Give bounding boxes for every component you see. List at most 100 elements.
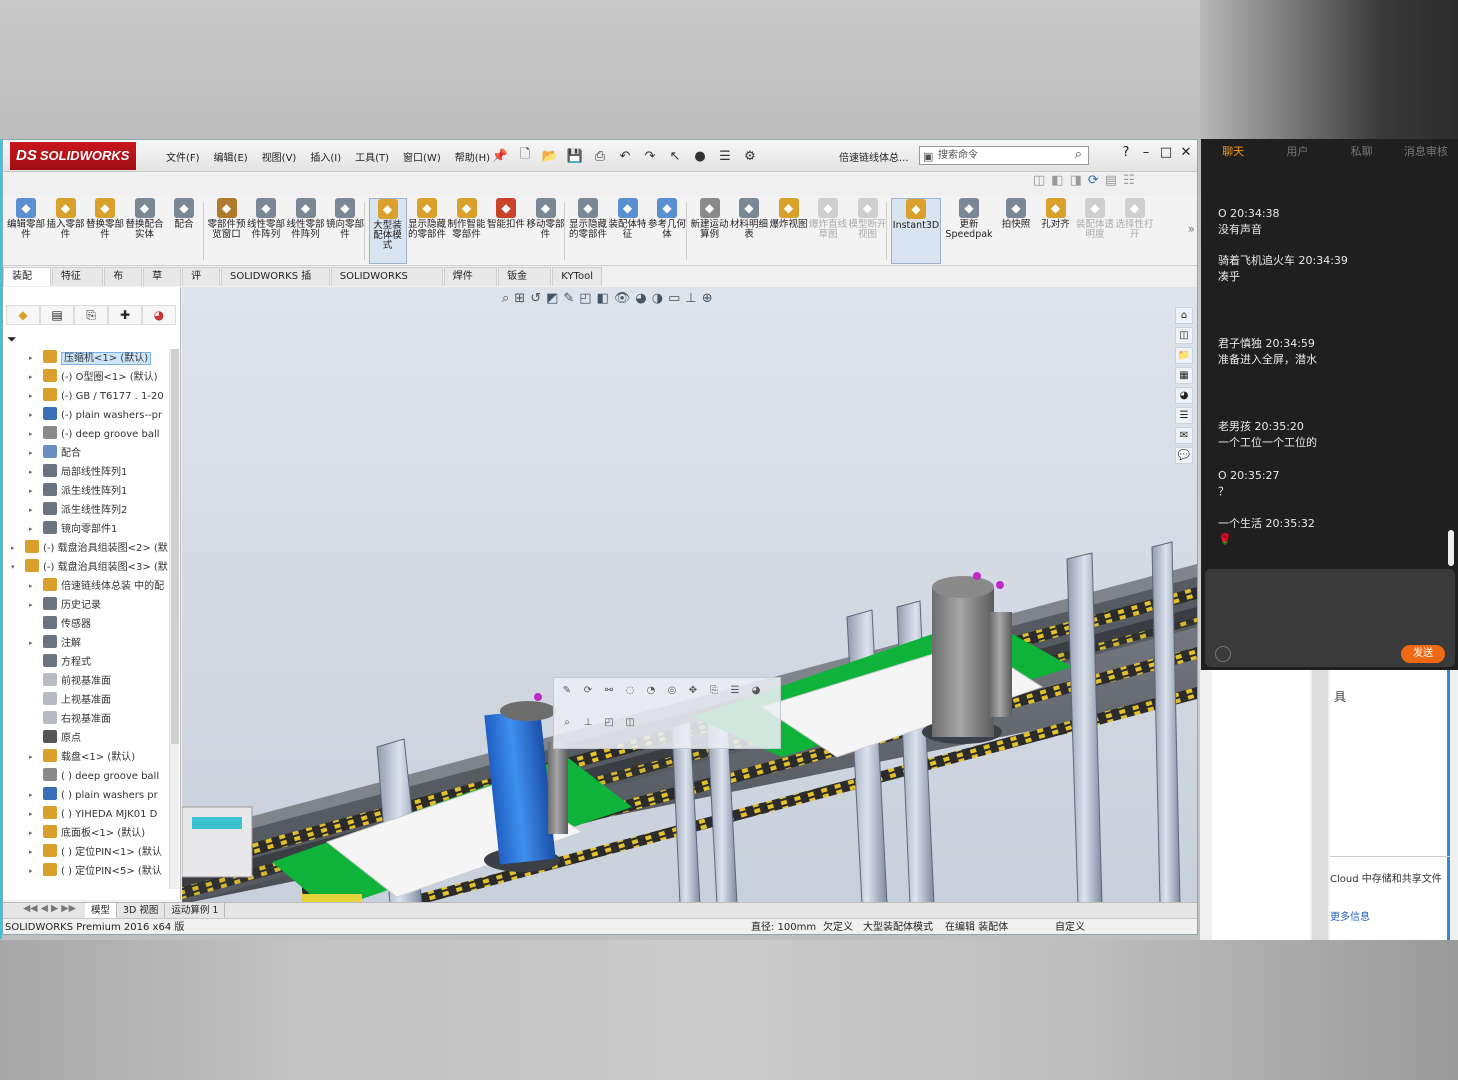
tree-node[interactable]: ▸ 底面板<1> (默认) (3, 824, 169, 843)
open-part-icon[interactable]: ⎘ (705, 682, 723, 698)
expand-icon[interactable]: ▸ (29, 577, 33, 596)
command-13-button[interactable]: ◆ 智能扣件 (487, 198, 525, 264)
command-10-button[interactable]: ◆ 大型装配体模式 (368, 198, 407, 264)
expand-icon[interactable]: ▸ (29, 482, 33, 501)
expand-icon[interactable]: ▸ (29, 824, 33, 843)
command-1-button[interactable]: ◆ 编辑零部件 (7, 198, 45, 264)
appearances-icon[interactable]: ◕ (1175, 387, 1193, 404)
tab-6[interactable]: SOLIDWORKS 插件 (220, 267, 330, 300)
normal-to-icon[interactable]: ⊥ (579, 715, 597, 731)
display-manager-icon[interactable]: ◕ (142, 305, 176, 325)
display-style-icon[interactable]: ◧ (597, 291, 609, 306)
command-16-button[interactable]: ◆ 装配体特征 (609, 198, 647, 264)
file-explorer-icon[interactable]: ▦ (1175, 367, 1193, 384)
layer-icon[interactable]: ▤ (1105, 173, 1117, 188)
tree-node[interactable]: ▾ (-) 载盘治具组装图<3> (默 (3, 558, 169, 577)
tree-node[interactable]: ▸ 倍速链线体总装 中的配 (3, 577, 169, 596)
tab-4[interactable]: 草图 (143, 267, 182, 300)
menu-item[interactable]: 工具(T) (348, 149, 396, 164)
tab-8[interactable]: 焊件(D) (443, 267, 498, 300)
tab-5[interactable]: 评估 (182, 267, 220, 300)
redo-icon[interactable]: ↷ (639, 146, 661, 166)
tree-node[interactable]: ▸ 压缩机<1> (默认) (3, 349, 169, 368)
dynamic-annotation-icon[interactable]: ✎ (563, 291, 574, 306)
settings-icon[interactable]: ☷ (1123, 173, 1135, 188)
command-15-button[interactable]: ◆ 显示隐藏的零部件 (569, 198, 607, 264)
send-button[interactable]: 发送 (1401, 645, 1445, 663)
zoom-in-icon[interactable]: ⊕ (702, 291, 713, 306)
coordinate-icon[interactable]: ⊥ (685, 291, 696, 306)
tree-node[interactable]: ▸ 局部线性阵列1 (3, 463, 169, 482)
tree-node[interactable]: 原点 (3, 729, 169, 748)
custom-properties-icon[interactable]: ☰ (1175, 407, 1193, 424)
tree-node[interactable]: 右视基准面 (3, 710, 169, 729)
command-28-button[interactable]: ◆ 选择性打开 (1116, 198, 1154, 264)
more-info-link[interactable]: 更多信息 (1330, 908, 1370, 923)
tree-node[interactable]: 上视基准面 (3, 691, 169, 710)
chat-tab-4[interactable]: 消息审核 (1394, 139, 1458, 165)
zoom-area-icon[interactable]: ⊞ (514, 291, 525, 306)
options-gear-icon[interactable]: ⚙ (739, 146, 761, 166)
command-24-button[interactable]: ◆ 更新Speedpak (944, 198, 994, 264)
home-icon[interactable]: ⌂ (1175, 307, 1193, 324)
tab-9[interactable]: 钣金(H) (498, 267, 552, 300)
close-button[interactable]: ✕ (1179, 145, 1193, 160)
tree-node[interactable]: ▸ ( ) 定位PIN<5> (默认 (3, 862, 169, 881)
scrollbar-thumb[interactable] (171, 349, 179, 744)
command-2-button[interactable]: ◆ 插入零部件 (47, 198, 85, 264)
expand-icon[interactable]: ▸ (29, 463, 33, 482)
tab-1[interactable]: 装配体 (3, 267, 51, 300)
save-icon[interactable]: 💾 (564, 146, 586, 166)
isolate-icon[interactable]: ◎ (663, 682, 681, 698)
menu-item[interactable]: 窗口(W) (396, 149, 448, 164)
file-properties-icon[interactable]: ☰ (714, 146, 736, 166)
command-22-button[interactable]: ◆ 模型断开视图 (849, 198, 887, 264)
help-icon[interactable]: ? (1119, 145, 1133, 160)
expand-icon[interactable]: ▸ (29, 634, 33, 653)
apply-scene-icon[interactable]: ◑ (652, 291, 663, 306)
expand-icon[interactable]: ▸ (29, 520, 33, 539)
tree-node[interactable]: ▸ (-) plain washers--pr (3, 406, 169, 425)
chat-tab-1[interactable]: 聊天 (1201, 139, 1265, 165)
selected-tool-icon[interactable]: ⟳ (1088, 173, 1099, 188)
tab-10[interactable]: KYTool (552, 267, 602, 286)
solidworks-logo[interactable]: DS SOLIDWORKS (10, 142, 136, 170)
appearance-icon[interactable]: ◕ (747, 682, 765, 698)
command-26-button[interactable]: ◆ 孔对齐 (1037, 198, 1075, 264)
new-document-icon[interactable]: 🗋 (514, 146, 536, 166)
expand-icon[interactable]: ▸ (29, 748, 33, 767)
chat-tab-3[interactable]: 私聊 (1330, 139, 1394, 165)
tree-node[interactable]: ▸ 镜向零部件1 (3, 520, 169, 539)
assembly-3d-model[interactable] (182, 287, 1197, 904)
chat-icon[interactable]: 💬 (1175, 447, 1193, 464)
menu-item[interactable]: 文件(F) (159, 149, 207, 164)
move-icon[interactable]: ✥ (684, 682, 702, 698)
display-icon[interactable]: ◫ (1033, 173, 1045, 188)
graphics-area[interactable]: ⌕ ⊞ ↺ ◩ ✎ ◰ ◧ 👁 ◕ ◑ ▭ ⊥ ⊕ ✎ ⟳ ⚯ ◌ ◔ ◎ ✥ ⎘ ☰ ◕ ⌕ ⊥ ◰ ◫ ⌂ ◫ 📁 ▦ ◕ ☰ ✉ 💬 (182, 287, 1197, 904)
view-orientation-icon[interactable]: ◰ (579, 291, 591, 306)
view-icon[interactable]: ◨ (1070, 173, 1082, 188)
command-19-button[interactable]: ◆ 材料明细表 (730, 198, 768, 264)
traffic-light-icon[interactable]: ● (689, 146, 711, 166)
tree-node[interactable]: ▸ ( ) YIHEDA MJK01 D (3, 805, 169, 824)
tree-node[interactable]: ▸ 历史记录 (3, 596, 169, 615)
command-25-button[interactable]: ◆ 拍快照 (997, 198, 1035, 264)
tree-node[interactable]: ▸ 载盘<1> (默认) (3, 748, 169, 767)
hide-show-icon[interactable]: 👁 (614, 291, 631, 306)
status-units[interactable]: 自定义 (1055, 919, 1085, 934)
section-icon[interactable]: ◧ (1051, 173, 1063, 188)
command-12-button[interactable]: ◆ 制作智能零部件 (448, 198, 486, 264)
tree-node[interactable]: 传感器 (3, 615, 169, 634)
expand-icon[interactable]: ▸ (29, 349, 33, 368)
expand-icon[interactable]: ▸ (29, 425, 33, 444)
view-cube-icon[interactable]: ◰ (600, 715, 618, 731)
tab-7[interactable]: SOLIDWORKS MBD (330, 267, 443, 300)
search-commands-input[interactable]: ▣ 搜索命令 ⌕ (919, 146, 1089, 165)
feature-tree-icon[interactable]: ◆ (6, 305, 40, 325)
expand-icon[interactable]: ▸ (29, 862, 33, 881)
tree-node[interactable]: ▸ 派生线性阵列2 (3, 501, 169, 520)
command-11-button[interactable]: ◆ 显示隐藏的零部件 (408, 198, 446, 264)
command-7-button[interactable]: ◆ 线性零部件阵列 (247, 198, 285, 264)
tree-node[interactable]: ▸ ( ) plain washers pr (3, 786, 169, 805)
tree-scrollbar[interactable] (169, 349, 179, 889)
